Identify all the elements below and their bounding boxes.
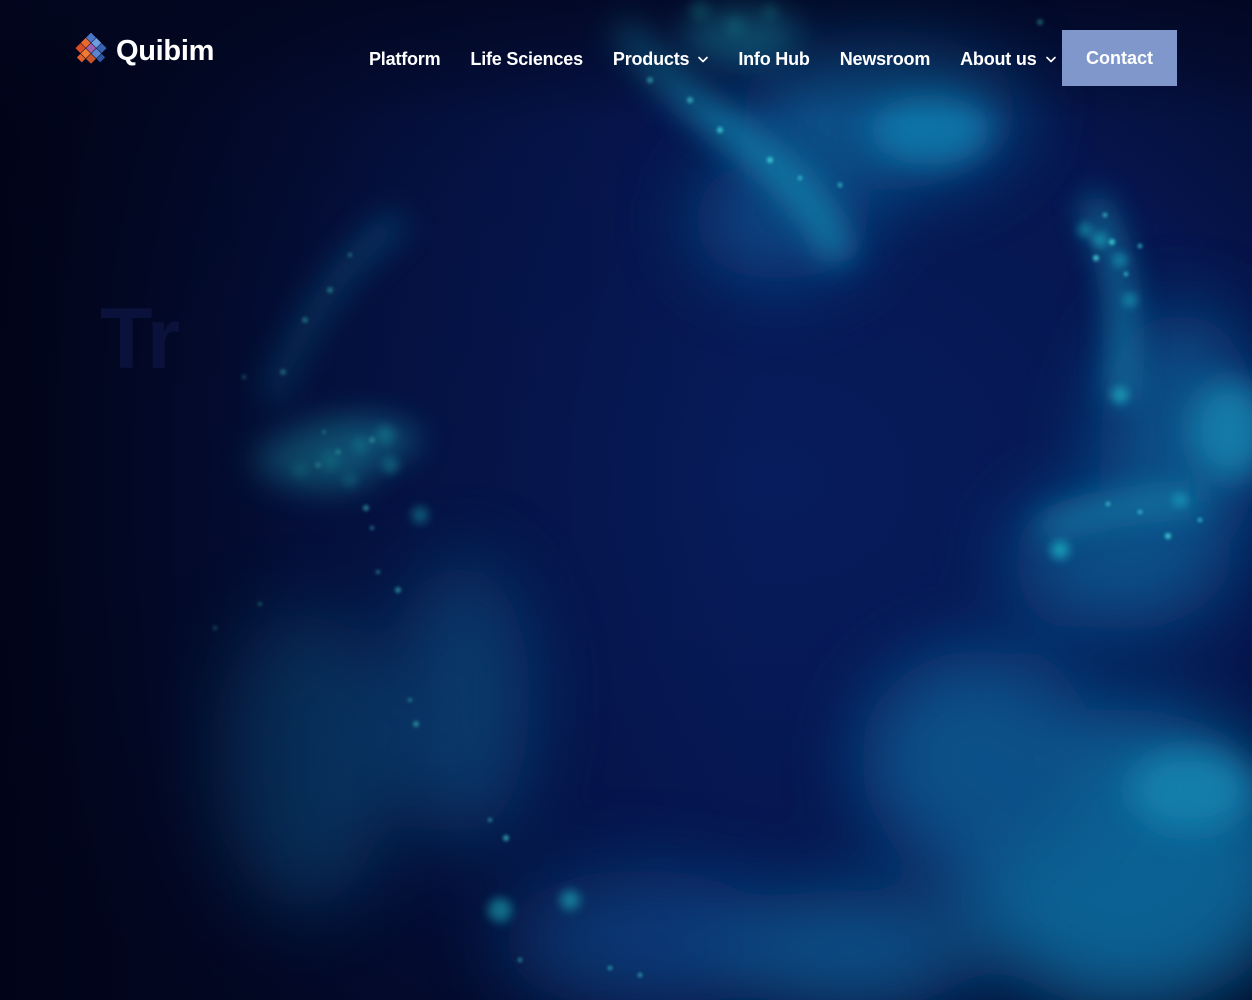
main-navigation: Platform Life Sciences Products Info Hub…	[369, 44, 1056, 74]
hero-heading: Tr	[100, 291, 180, 387]
brand-name: Quibim	[116, 34, 215, 67]
site-header: Quibim Platform Life Sciences Products I…	[0, 0, 1252, 116]
nav-item-label: Newsroom	[839, 48, 931, 69]
nav-item-label: Products	[612, 48, 690, 69]
nav-item-about-us[interactable]: About us	[960, 48, 1056, 70]
nav-item-label: Platform	[369, 48, 441, 69]
nav-item-platform[interactable]: Platform	[369, 48, 441, 70]
nav-item-label: Life Sciences	[470, 48, 583, 69]
nav-item-newsroom[interactable]: Newsroom	[839, 48, 931, 70]
contact-button[interactable]: Contact	[1062, 30, 1177, 86]
chevron-down-icon	[698, 56, 709, 62]
nav-item-label: About us	[960, 48, 1037, 69]
quibim-logo[interactable]: Quibim	[74, 30, 214, 72]
chevron-down-icon	[1045, 56, 1056, 62]
nav-item-products[interactable]: Products	[612, 48, 709, 70]
nav-item-info-hub[interactable]: Info Hub	[738, 48, 810, 70]
quibim-logo-mark-icon	[75, 32, 107, 64]
nav-item-label: Info Hub	[738, 48, 810, 69]
nav-item-life-sciences[interactable]: Life Sciences	[470, 48, 583, 70]
hero-background-image	[0, 0, 1252, 1000]
